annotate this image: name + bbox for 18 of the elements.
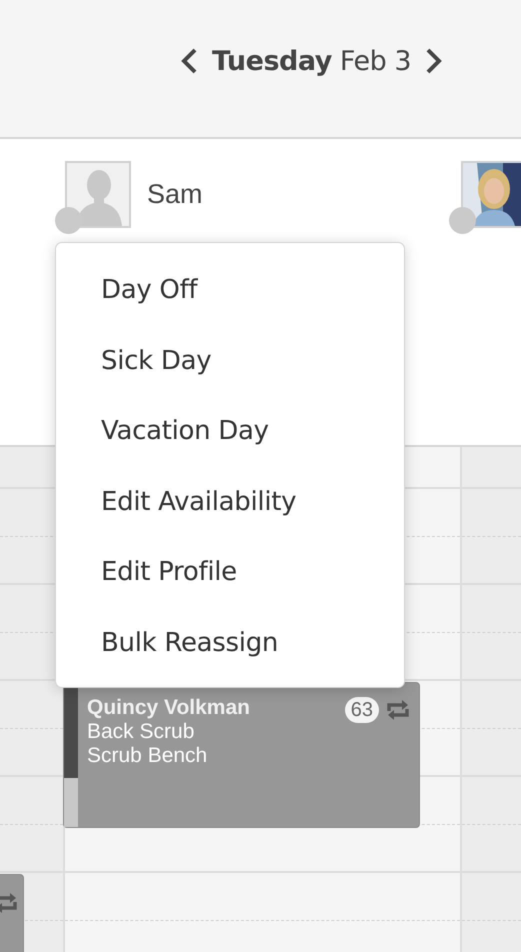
menu-item[interactable]: Edit Availability [56,466,404,537]
avatar-icon [65,161,131,228]
date-title: Tuesday Feb 3 [212,46,411,76]
status-dot [449,207,476,234]
staff-name: Sam [147,179,203,210]
menu-item[interactable]: Sick Day [56,326,404,396]
service-name: Back Scrub [87,720,194,744]
client-name: Quincy Volkman [87,696,250,720]
menu-item[interactable]: Day Off [56,255,404,326]
previous-icon[interactable] [180,47,198,75]
appointment-card[interactable]: Quincy Volkman Back Scrub Scrub Bench 63 [63,682,420,828]
count-badge: 63 [344,697,379,723]
next-icon[interactable] [425,47,443,75]
menu-item[interactable]: Bulk Reassign [56,608,404,678]
resource-name: Scrub Bench [87,744,208,768]
menu-item[interactable]: Edit Profile [56,537,404,608]
status-dot [55,207,82,234]
menu-item[interactable]: Vacation Day [56,396,404,466]
